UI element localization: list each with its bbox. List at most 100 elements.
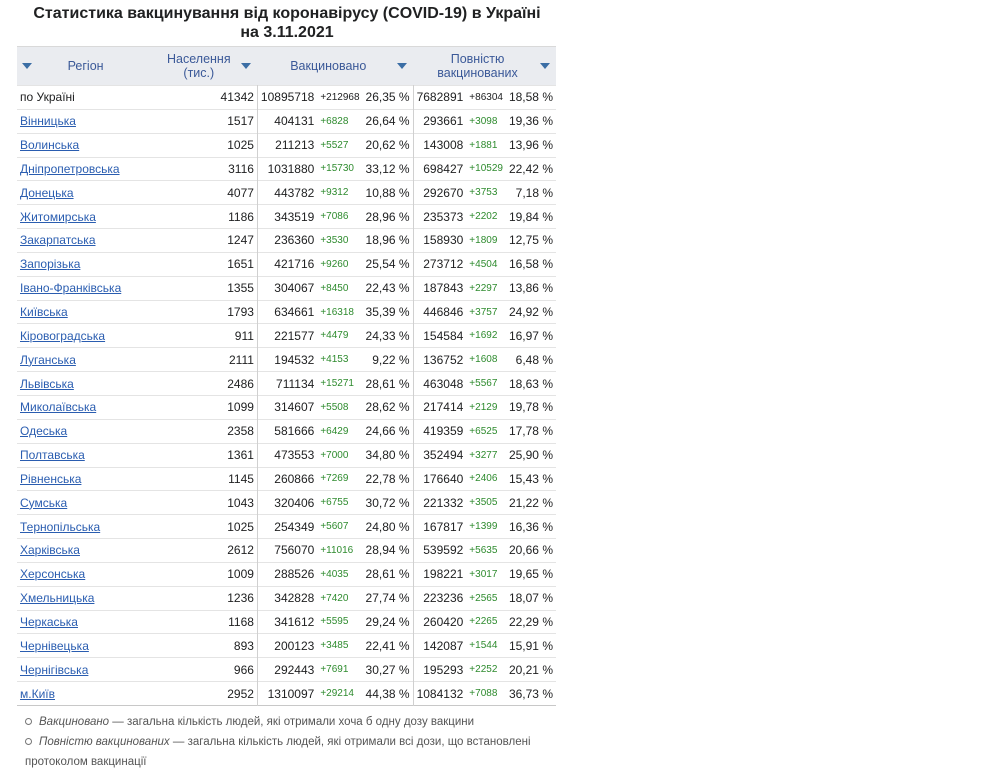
table-row: Запорізька 1651 421716 +9260 25,54 % 273712 +4… [17, 252, 556, 277]
region-link[interactable]: Полтавська [20, 448, 85, 462]
cell-full-pct: 18,58 % [508, 90, 553, 105]
cell-full-pct: 20,66 % [508, 543, 553, 558]
sort-icon[interactable] [540, 63, 550, 69]
vaccination-table: Регіон Населення (тис.) Вакциновано Повн… [17, 46, 556, 706]
cell-vac-pct: 24,80 % [362, 514, 414, 539]
region-link[interactable]: Черкаська [20, 615, 78, 629]
region-link[interactable]: Одеська [20, 424, 67, 438]
region-link[interactable]: м.Київ [20, 687, 55, 701]
cell-vac-delta: +11016 [320, 544, 354, 556]
cell-region: Волинська [17, 133, 154, 157]
cell-full-delta: +1881 [469, 139, 498, 151]
title-line-1: Статистика вакцинування від коронавірусу… [33, 5, 541, 22]
cell-region: Чернівецька [17, 634, 154, 658]
region-link[interactable]: Тернопільська [20, 520, 100, 534]
table-row: Кіровоградська 911 221577 +4479 24,33 % 15458… [17, 323, 556, 348]
cell-region: Тернопільська [17, 515, 154, 539]
region-link[interactable]: Луганська [20, 353, 76, 367]
cell-full-pct: 19,36 % [508, 114, 553, 129]
cell-vac: 10895718 [260, 90, 315, 105]
cell-region: м.Київ [17, 682, 154, 706]
cell-vac: 236360 [274, 233, 315, 248]
cell-vac-pct: 28,62 % [362, 395, 414, 420]
region-link[interactable]: Хмельницька [20, 591, 94, 605]
region-link[interactable]: Волинська [20, 138, 79, 152]
cell-vac-pct: 24,66 % [362, 419, 414, 444]
table-row: Харківська 2612 756070 +11016 28,94 % 539592 +… [17, 538, 556, 563]
cell-vac-delta: +5508 [320, 401, 349, 413]
footnotes: Вакциновано — загальна кількість людей, … [17, 712, 557, 772]
cell-pop: 41342 [154, 85, 258, 110]
region-link[interactable]: Львівська [20, 377, 74, 391]
cell-pop: 3116 [154, 157, 258, 181]
cell-region: Чернігівська [17, 658, 154, 682]
region-link[interactable]: Рівненська [20, 472, 81, 486]
region-link[interactable]: Житомирська [20, 210, 96, 224]
region-link[interactable]: Івано-Франківська [20, 281, 121, 295]
cell-vac-delta: +9260 [320, 258, 349, 270]
header-vaccinated[interactable]: Вакциновано [257, 47, 413, 86]
cell-pop: 2358 [154, 419, 258, 444]
cell-full-pct: 15,43 % [508, 471, 553, 486]
cell-region: Дніпропетровська [17, 157, 154, 181]
sort-icon[interactable] [22, 63, 32, 69]
cell-full: 273712 [423, 257, 464, 272]
cell-pop: 4077 [154, 180, 258, 205]
region-link[interactable]: Дніпропетровська [20, 162, 120, 176]
cell-full-delta: +2297 [469, 282, 498, 294]
cell-full: 167817 [423, 519, 464, 534]
region-link[interactable]: Херсонська [20, 567, 85, 581]
cell-vac-pct: 10,88 % [362, 180, 414, 205]
cell-full-pct: 13,86 % [508, 281, 553, 296]
region-link[interactable]: Запорізька [20, 257, 80, 271]
cell-vac: 581666 [274, 424, 315, 439]
cell-region: Луганська [17, 348, 154, 372]
header-region[interactable]: Регіон [17, 47, 154, 86]
sort-icon[interactable] [397, 63, 408, 69]
sort-icon[interactable] [241, 63, 252, 69]
cell-full-pct: 17,78 % [508, 424, 553, 439]
cell-vac: 194532 [274, 352, 315, 367]
cell-region: Івано-Франківська [17, 276, 154, 300]
cell-vac: 634661 [274, 305, 315, 320]
region-link[interactable]: Харківська [20, 543, 80, 557]
table-row: Вінницька 1517 404131 +6828 26,64 % 293661 +30… [17, 109, 556, 134]
cell-pop: 1651 [154, 252, 258, 277]
cell-pop: 1355 [154, 276, 258, 301]
cell-pop: 1099 [154, 395, 258, 420]
cell-full: 176640 [423, 471, 464, 486]
cell-full: 292670 [423, 185, 464, 200]
table-row: Сумська 1043 320406 +6755 30,72 % 221332 +3505… [17, 490, 556, 515]
region-link[interactable]: Закарпатська [20, 233, 96, 247]
cell-vac: 473553 [274, 448, 315, 463]
cell-full-delta: +5567 [469, 378, 498, 390]
region-link[interactable]: Вінницька [20, 114, 76, 128]
region-link[interactable]: Кіровоградська [20, 329, 105, 343]
header-fully-vaccinated[interactable]: Повністю вакцинованих [413, 47, 556, 86]
region-link[interactable]: Чернігівська [20, 663, 88, 677]
cell-full: 463048 [423, 376, 464, 391]
region-link[interactable]: Київська [20, 305, 68, 319]
cell-full-delta: +3017 [469, 568, 498, 580]
cell-pop: 1009 [154, 562, 258, 587]
cell-vac-delta: +8450 [320, 282, 349, 294]
region-link[interactable]: Донецька [20, 186, 74, 200]
cell-vac-pct: 28,96 % [362, 204, 414, 229]
total-row: по Україні 41342 10895718 +212968 26,35 % 768… [17, 85, 556, 110]
cell-vac-delta: +7269 [320, 473, 349, 485]
region-link[interactable]: Сумська [20, 496, 67, 510]
cell-full-pct: 15,91 % [508, 638, 553, 653]
cell-pop: 1186 [154, 204, 258, 229]
cell-full: 7682891 [416, 90, 464, 105]
region-link[interactable]: Чернівецька [20, 639, 89, 653]
cell-vac-pct: 18,96 % [362, 228, 414, 253]
table-row: Львівська 2486 711134 +15271 28,61 % 463048 +5… [17, 371, 556, 396]
cell-full-delta: +1692 [469, 330, 498, 342]
header-population[interactable]: Населення (тис.) [154, 47, 257, 86]
region-link[interactable]: Миколаївська [20, 400, 96, 414]
cell-vac-delta: +16318 [320, 306, 354, 318]
cell-pop: 2486 [154, 371, 258, 396]
cell-full-delta: +3505 [469, 497, 498, 509]
cell-full-pct: 19,84 % [508, 209, 553, 224]
cell-vac-delta: +7086 [320, 211, 349, 223]
